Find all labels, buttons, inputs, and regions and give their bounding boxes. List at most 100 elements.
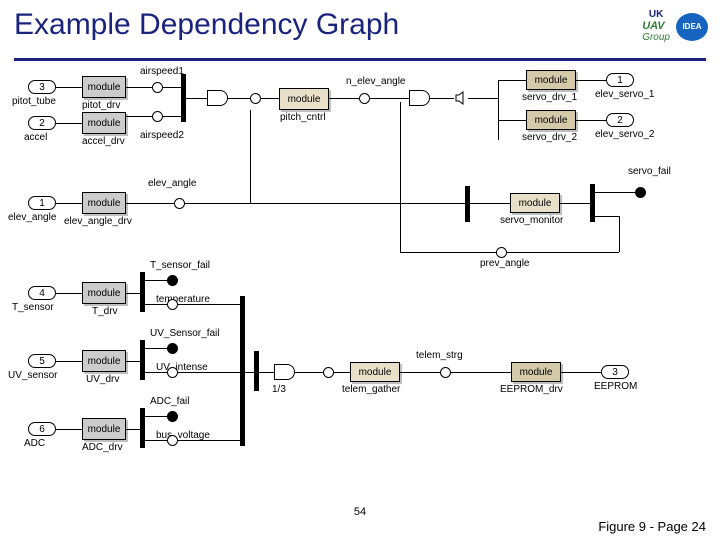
label-one-third: 1/3 xyxy=(272,384,286,395)
wire xyxy=(498,80,526,81)
module-servo-drv-2: module xyxy=(526,110,576,130)
wire xyxy=(370,98,410,99)
label-adc-fail: ADC_fail xyxy=(150,396,189,407)
module-elev-angle-drv: module xyxy=(82,192,126,214)
wire xyxy=(576,80,606,81)
port-circle xyxy=(250,93,261,104)
module-servo-drv-1: module xyxy=(526,70,576,90)
wire xyxy=(56,203,82,204)
wire xyxy=(145,348,167,349)
port-circle xyxy=(152,111,163,122)
and-gate xyxy=(208,90,228,106)
wire xyxy=(245,372,254,373)
wire xyxy=(400,252,619,253)
inport-1: 1 xyxy=(28,196,56,210)
module-telem-gather: module xyxy=(350,362,400,382)
inport-5: 5 xyxy=(28,354,56,368)
label-uv-sensor: UV_sensor xyxy=(8,370,57,381)
label-pitot-drv: pitot_drv xyxy=(82,100,120,111)
port-circle xyxy=(167,367,178,378)
label-elev-angle-drv: elev_angle_drv xyxy=(64,216,132,227)
wire xyxy=(126,293,140,294)
label-adc: ADC xyxy=(24,438,45,449)
label-t-sensor-fail: T_sensor_fail xyxy=(150,260,210,271)
label-elev-servo-2: elev_servo_2 xyxy=(595,129,654,140)
label-eeprom-drv: EEPROM_drv xyxy=(500,384,563,395)
wire xyxy=(468,98,498,99)
port-filled xyxy=(167,411,178,422)
label-accel: accel xyxy=(24,132,47,143)
inport-4: 4 xyxy=(28,286,56,300)
wire xyxy=(56,123,82,124)
wire xyxy=(145,304,167,305)
wire xyxy=(126,361,140,362)
wire xyxy=(329,98,359,99)
port-circle xyxy=(167,435,178,446)
label-telem-gather: telem_gather xyxy=(342,384,400,395)
label-t-drv: T_drv xyxy=(92,306,118,317)
outport-1: 1 xyxy=(606,73,634,87)
module-accel-drv: module xyxy=(82,112,126,134)
module-pitot-drv: module xyxy=(82,76,126,98)
label-telem-strg: telem_strg xyxy=(416,350,463,361)
port-circle xyxy=(359,93,370,104)
inport-3: 3 xyxy=(28,80,56,94)
label-airspeed2: airspeed2 xyxy=(140,130,184,141)
page-number: 54 xyxy=(354,506,366,518)
slide-title: Example Dependency Graph xyxy=(14,8,399,42)
wire xyxy=(56,429,82,430)
port-circle xyxy=(167,299,178,310)
label-servo-drv-2: servo_drv_2 xyxy=(522,132,577,143)
mux-bar xyxy=(140,272,145,312)
logo-uk: UK xyxy=(642,10,670,20)
wire xyxy=(334,372,350,373)
label-elev-angle-in: elev_angle xyxy=(8,212,56,223)
port-circle xyxy=(323,367,334,378)
wire xyxy=(126,203,174,204)
mux-bar xyxy=(140,340,145,380)
logo-uav: UAV xyxy=(642,20,670,32)
wire xyxy=(145,440,167,441)
mux-bar xyxy=(140,408,145,448)
wire xyxy=(498,120,526,121)
wire xyxy=(178,304,240,305)
wire xyxy=(126,429,140,430)
label-servo-fail: servo_fail xyxy=(628,166,671,177)
wire xyxy=(145,280,167,281)
and-gate xyxy=(410,90,430,106)
label-accel-drv: accel_drv xyxy=(82,136,125,147)
module-uv-drv: module xyxy=(82,350,126,372)
wire xyxy=(185,203,465,204)
logo-uk-uav: UK UAV Group xyxy=(642,10,670,43)
port-filled xyxy=(167,343,178,354)
label-servo-monitor: servo_monitor xyxy=(500,215,563,226)
mux-bar xyxy=(254,351,259,391)
wire xyxy=(259,372,275,373)
logo-group: UK UAV Group IDEA xyxy=(642,10,708,43)
wire xyxy=(178,372,240,373)
label-servo-drv-1: servo_drv_1 xyxy=(522,92,577,103)
mux-bar xyxy=(465,186,470,222)
port-filled xyxy=(635,187,646,198)
port-circle xyxy=(174,198,185,209)
module-servo-monitor: module xyxy=(510,193,560,213)
label-eeprom: EEPROM xyxy=(594,381,637,392)
speaker-icon xyxy=(454,91,468,105)
label-pitch-cntrl: pitch_cntrl xyxy=(280,112,326,123)
label-airspeed1: airspeed1 xyxy=(140,66,184,77)
wire xyxy=(163,116,181,117)
module-adc-drv: module xyxy=(82,418,126,440)
module-pitch-cntrl: module xyxy=(279,88,329,110)
inport-2: 2 xyxy=(28,116,56,130)
module-eeprom-drv: module xyxy=(511,362,561,382)
module-t-drv: module xyxy=(82,282,126,304)
wire xyxy=(560,203,590,204)
port-circle xyxy=(152,82,163,93)
label-elev-servo-1: elev_servo_1 xyxy=(595,89,654,100)
wire xyxy=(56,293,82,294)
title-underline xyxy=(14,58,706,61)
wire xyxy=(145,372,167,373)
wire xyxy=(145,416,167,417)
label-prev-angle: prev_angle xyxy=(480,258,529,269)
outport-2: 2 xyxy=(606,113,634,127)
